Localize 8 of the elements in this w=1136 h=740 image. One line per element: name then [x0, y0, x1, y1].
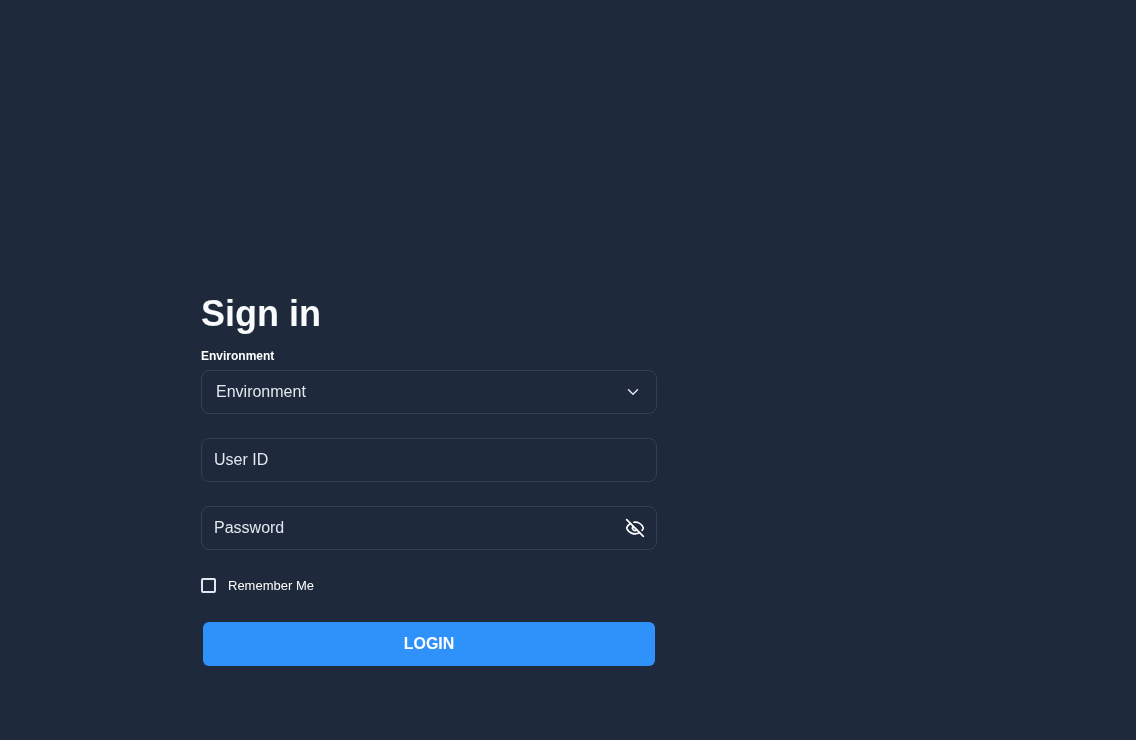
password-field[interactable]: Password: [201, 506, 657, 550]
environment-select[interactable]: Environment: [201, 370, 657, 414]
remember-checkbox[interactable]: [201, 578, 216, 594]
field-label: Environment: [201, 348, 276, 364]
user-id-field[interactable]: User ID: [201, 438, 657, 482]
eye-off-icon[interactable]: [625, 518, 645, 538]
remember-label: Remember Me: [228, 577, 314, 595]
page-title: Sign in: [201, 292, 322, 336]
